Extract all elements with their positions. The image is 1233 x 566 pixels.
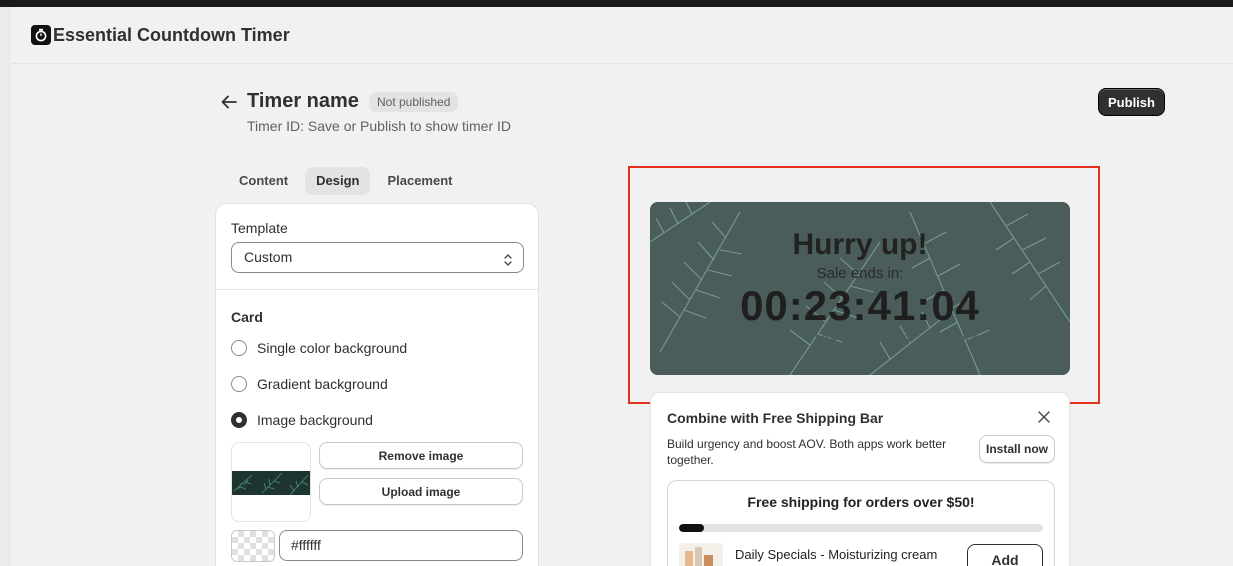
select-chevron-icon xyxy=(503,249,513,278)
product-thumbnail xyxy=(679,543,723,566)
publish-button[interactable]: Publish xyxy=(1098,88,1165,116)
timer-id-subtitle: Timer ID: Save or Publish to show timer … xyxy=(247,118,512,134)
progress-fill xyxy=(679,524,705,532)
timer-preview: Hurry up! Sale ends in: 00:23:41:04 Days… xyxy=(650,202,1070,375)
preview-subtitle: Sale ends in: xyxy=(816,265,904,282)
template-select-value: Custom xyxy=(244,249,293,265)
editor-tabs: Content Design Placement xyxy=(228,167,464,195)
close-icon[interactable] xyxy=(1037,410,1051,429)
status-badge: Not published xyxy=(369,92,459,112)
radio-button[interactable] xyxy=(231,376,247,392)
tab-design[interactable]: Design xyxy=(305,167,371,195)
unit-secs-label: Secs xyxy=(948,330,980,346)
top-strip xyxy=(0,0,1233,7)
shipping-progress-bar xyxy=(679,524,1043,532)
shipping-bar-preview: Free shipping for orders over $50! Daily… xyxy=(667,480,1055,566)
app-header: Essential Countdown Timer xyxy=(11,7,1233,64)
card-section-heading: Card xyxy=(231,309,263,325)
app-title: Essential Countdown Timer xyxy=(53,24,290,45)
add-product-button[interactable]: Add xyxy=(967,544,1043,566)
upload-image-button[interactable]: Upload image xyxy=(319,478,523,505)
template-label: Template xyxy=(231,220,288,236)
promo-description: Build urgency and boost AOV. Both apps w… xyxy=(667,437,947,467)
preview-countdown: 00:23:41:04 xyxy=(740,282,980,329)
unit-hrs-label: Hrs xyxy=(815,330,837,346)
promo-card: Combine with Free Shipping Bar Build urg… xyxy=(650,392,1070,566)
preview-title: Hurry up! xyxy=(792,228,928,261)
back-arrow-icon[interactable] xyxy=(218,90,240,114)
radio-label: Image background xyxy=(257,412,373,428)
unit-days-label: Days xyxy=(741,330,773,346)
template-select[interactable]: Custom xyxy=(231,242,524,273)
radio-gradient[interactable]: Gradient background xyxy=(231,376,388,392)
radio-single-color[interactable]: Single color background xyxy=(231,340,407,356)
stopwatch-icon xyxy=(31,25,51,45)
color-hex-input[interactable]: #ffffff xyxy=(279,530,523,561)
install-now-button[interactable]: Install now xyxy=(979,435,1055,463)
promo-title: Combine with Free Shipping Bar xyxy=(667,410,884,426)
radio-button[interactable] xyxy=(231,340,247,356)
remove-image-button[interactable]: Remove image xyxy=(319,442,523,469)
shipping-bar-text: Free shipping for orders over $50! xyxy=(747,494,975,510)
design-settings-card: Template Custom Card Single color backgr… xyxy=(215,203,539,566)
left-edge xyxy=(0,7,11,566)
page-title: Timer name xyxy=(247,90,359,112)
radio-button-selected[interactable] xyxy=(231,412,247,428)
radio-label: Gradient background xyxy=(257,376,388,392)
divider xyxy=(216,289,538,290)
unit-mins-label: Mins xyxy=(880,330,910,346)
radio-label: Single color background xyxy=(257,340,408,356)
tab-placement[interactable]: Placement xyxy=(376,167,463,195)
product-name: Daily Specials - Moisturizing cream xyxy=(735,547,938,562)
tab-content[interactable]: Content xyxy=(228,167,299,195)
radio-image[interactable]: Image background xyxy=(231,412,373,428)
color-swatch[interactable] xyxy=(231,530,275,562)
background-image-thumbnail xyxy=(231,442,311,522)
